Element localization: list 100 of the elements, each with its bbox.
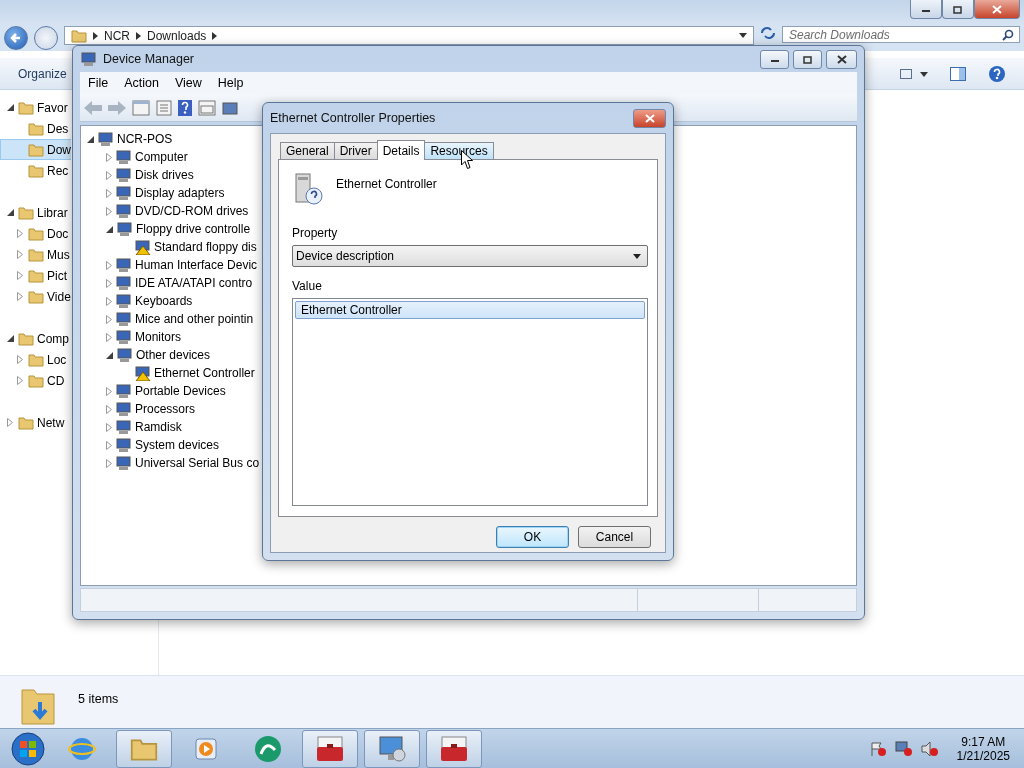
expanded-arrow-icon[interactable]	[6, 104, 14, 111]
taskbar-button[interactable]	[116, 729, 172, 768]
collapsed-arrow-icon[interactable]	[106, 386, 112, 396]
nav-item[interactable]: Rec	[0, 160, 71, 181]
tree-item[interactable]: DVD/CD-ROM drives	[135, 204, 249, 218]
tree-item[interactable]: Floppy drive controlle	[136, 222, 251, 236]
expanded-arrow-icon[interactable]	[6, 209, 14, 216]
collapsed-arrow-icon[interactable]	[106, 440, 112, 450]
collapsed-arrow-icon[interactable]	[17, 229, 23, 238]
collapsed-arrow-icon[interactable]	[106, 278, 112, 288]
help-icon[interactable]	[178, 99, 192, 116]
breadcrumb-item[interactable]: Downloads	[147, 28, 207, 43]
clock[interactable]: 9:17 AM 1/21/2025	[946, 734, 1016, 763]
restore-button[interactable]	[802, 54, 813, 64]
tab[interactable]: Driver	[333, 142, 378, 160]
menu-item[interactable]: Help	[211, 74, 250, 92]
nav-item[interactable]: Comp	[0, 328, 71, 349]
preview-pane-icon[interactable]	[950, 66, 966, 81]
refresh-icon[interactable]	[760, 26, 776, 40]
restore-button[interactable]	[953, 4, 963, 14]
back-button[interactable]	[4, 26, 28, 50]
list-item[interactable]: Ethernet Controller	[295, 301, 645, 319]
address-bar[interactable]: NCR Downloads	[64, 26, 754, 45]
tree-item[interactable]: IDE ATA/ATAPI contro	[135, 276, 253, 290]
close-icon[interactable]	[836, 54, 847, 64]
collapsed-arrow-icon[interactable]	[106, 404, 112, 414]
view-options-icon[interactable]	[900, 67, 928, 80]
collapsed-arrow-icon[interactable]	[106, 314, 112, 324]
menu-item[interactable]: File	[82, 74, 115, 92]
expanded-arrow-icon[interactable]	[6, 335, 14, 342]
collapsed-arrow-icon[interactable]	[106, 296, 112, 306]
tree-item[interactable]: Other devices	[136, 348, 211, 362]
properties-icon[interactable]	[132, 99, 150, 116]
collapsed-arrow-icon[interactable]	[106, 260, 112, 270]
collapsed-arrow-icon[interactable]	[17, 355, 23, 364]
taskbar-button[interactable]	[302, 729, 358, 768]
collapsed-arrow-icon[interactable]	[17, 250, 23, 259]
menu-item[interactable]: Action	[118, 74, 165, 92]
speaker-muted-icon[interactable]	[920, 740, 939, 757]
nav-item[interactable]: Dow	[0, 139, 71, 160]
collapsed-arrow-icon[interactable]	[106, 152, 112, 162]
taskbar-button[interactable]	[426, 729, 482, 768]
forward-arrow-icon[interactable]	[108, 100, 126, 115]
dropdown-arrow-icon[interactable]	[739, 33, 747, 38]
tree-item[interactable]: Human Interface Devic	[135, 258, 258, 272]
tree-item[interactable]: Computer	[135, 150, 188, 164]
tree-item[interactable]: Keyboards	[135, 294, 193, 308]
window-icon[interactable]	[198, 99, 216, 116]
tree-item[interactable]: Display adapters	[135, 186, 225, 200]
collapsed-arrow-icon[interactable]	[17, 292, 23, 301]
collapsed-arrow-icon[interactable]	[17, 376, 23, 385]
nav-item[interactable]: Vide	[0, 286, 71, 307]
scan-icon[interactable]	[222, 99, 238, 116]
nav-item[interactable]: Mus	[0, 244, 71, 265]
collapsed-arrow-icon[interactable]	[106, 332, 112, 342]
cancel-button[interactable]: Cancel	[578, 526, 651, 548]
menu-item[interactable]: View	[168, 74, 208, 92]
tree-item[interactable]: Mice and other pointin	[135, 312, 254, 326]
tree-item[interactable]: Ramdisk	[135, 420, 182, 434]
start-button[interactable]	[8, 730, 48, 767]
organize-menu[interactable]: Organize	[18, 66, 67, 81]
expanded-arrow-icon[interactable]	[106, 225, 113, 233]
back-arrow-icon[interactable]	[84, 100, 102, 115]
nav-item[interactable]: Des	[0, 118, 71, 139]
tab[interactable]: Resources	[424, 142, 494, 160]
nav-item[interactable]: Librar	[0, 202, 71, 223]
nav-item[interactable]: Pict	[0, 265, 71, 286]
tab[interactable]: Details	[376, 140, 426, 160]
nav-item[interactable]: Loc	[0, 349, 71, 370]
nav-item[interactable]: CD	[0, 370, 71, 391]
expanded-arrow-icon[interactable]	[106, 351, 113, 359]
forward-button[interactable]	[34, 26, 58, 50]
collapsed-arrow-icon[interactable]	[106, 458, 112, 468]
nav-item[interactable]: Doc	[0, 223, 71, 244]
tree-item[interactable]: Ethernet Controller	[154, 366, 255, 380]
expanded-arrow-icon[interactable]	[87, 135, 94, 143]
network-error-icon[interactable]	[894, 740, 913, 757]
tree-item[interactable]: Standard floppy dis	[154, 240, 257, 254]
nav-item[interactable]: Favor	[0, 97, 71, 118]
collapsed-arrow-icon[interactable]	[106, 188, 112, 198]
tree-item[interactable]: Portable Devices	[135, 384, 226, 398]
search-field[interactable]: Search Downloads	[782, 26, 1020, 43]
tree-item[interactable]: NCR-POS	[117, 132, 173, 146]
nav-item[interactable]: Netw	[0, 412, 71, 433]
tree-item[interactable]: Monitors	[135, 330, 181, 344]
tree-item[interactable]: Processors	[135, 402, 196, 416]
breadcrumb-item[interactable]: NCR	[104, 28, 130, 43]
tree-item[interactable]: System devices	[135, 438, 220, 452]
collapsed-arrow-icon[interactable]	[106, 422, 112, 432]
collapsed-arrow-icon[interactable]	[106, 170, 112, 180]
property-dropdown[interactable]: Device description	[292, 245, 648, 267]
collapsed-arrow-icon[interactable]	[7, 418, 13, 427]
collapsed-arrow-icon[interactable]	[17, 271, 23, 280]
tree-item[interactable]: Universal Serial Bus co	[135, 456, 260, 470]
tab[interactable]: General	[280, 142, 335, 160]
tree-item[interactable]: Disk drives	[135, 168, 194, 182]
flag-error-icon[interactable]	[868, 740, 887, 757]
help-icon[interactable]	[988, 64, 1006, 83]
collapsed-arrow-icon[interactable]	[106, 206, 112, 216]
taskbar-button[interactable]	[364, 729, 420, 768]
